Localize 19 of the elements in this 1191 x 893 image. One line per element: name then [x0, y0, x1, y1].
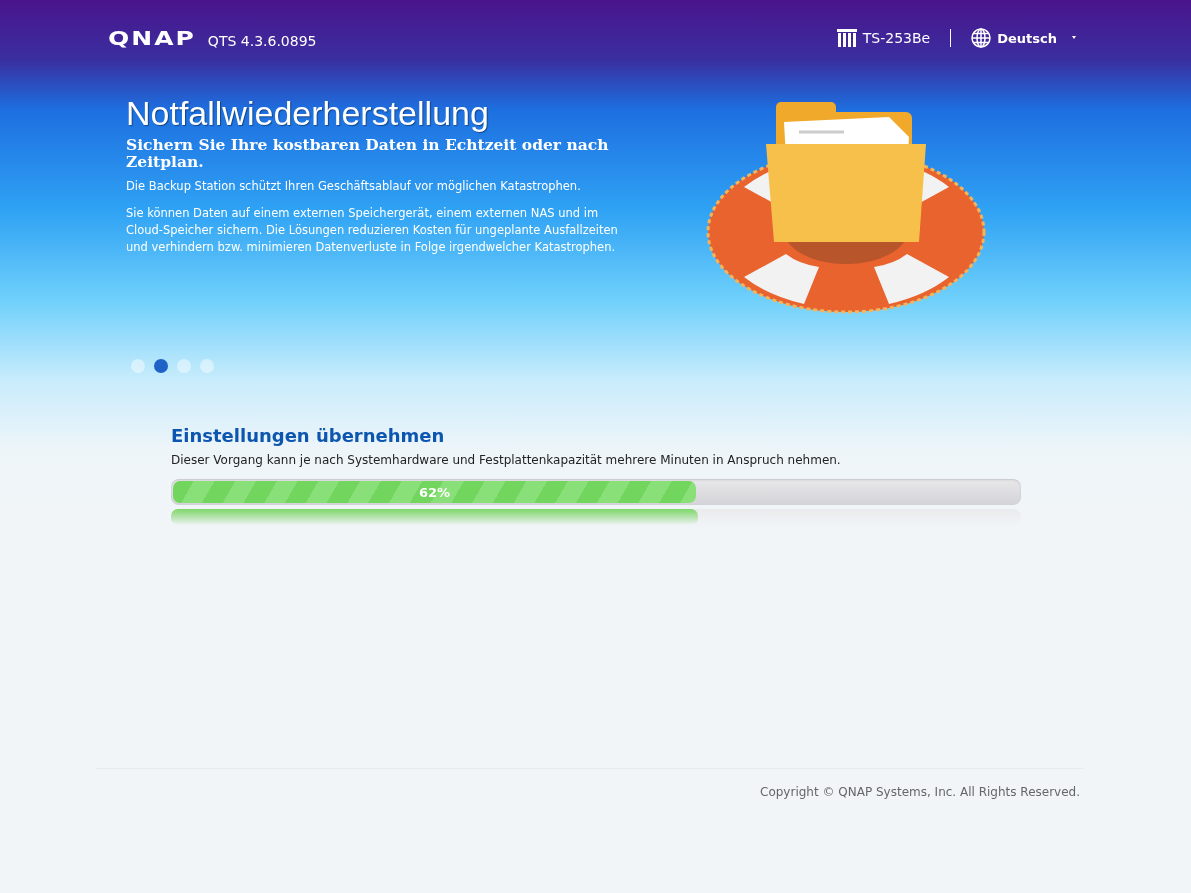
- copyright-text: Copyright © QNAP Systems, Inc. All Rights Reserved.: [760, 785, 1080, 799]
- hero-paragraph: Sie können Daten auf einem externen Speichergerät, einem externen NAS und im Cloud-Speicher sichern. Die Lösungen reduzieren Kosten für ungeplante Ausfallzeiten und verhindern bzw. minimieren Datenverluste in Folge irgendwelcher Katastrophen.: [126, 205, 619, 256]
- language-selector[interactable]: Deutsch: [971, 28, 1081, 48]
- caret-icon: [1072, 36, 1076, 39]
- nas-device-icon: [836, 29, 857, 47]
- progress-title: Einstellungen übernehmen: [171, 425, 446, 446]
- progress-percent: 62%: [418, 484, 451, 500]
- hero-paragraph: Die Backup Station schützt Ihren Geschäftsablauf vor möglichen Katastrophen.: [126, 178, 582, 195]
- slide-dot[interactable]: [200, 359, 214, 373]
- logo: QNAP: [108, 26, 196, 50]
- hero-title: Notfallwiederherstellung: [126, 94, 490, 133]
- globe-icon: [971, 28, 992, 48]
- slide-dot[interactable]: [131, 359, 145, 373]
- slide-dot[interactable]: [154, 359, 168, 373]
- slide-dot[interactable]: [177, 359, 191, 373]
- hero-subtitle: Sichern Sie Ihre kostbaren Daten in Echtzeit oder nach Zeitplan.: [126, 136, 610, 170]
- progress-description: Dieser Vorgang kann je nach Systemhardware und Festplattenkapazität mehrere Minuten in Anspruch nehmen.: [171, 453, 842, 467]
- version-label: QTS 4.3.6.0895: [207, 33, 317, 49]
- device-name: TS-253Be: [862, 30, 931, 46]
